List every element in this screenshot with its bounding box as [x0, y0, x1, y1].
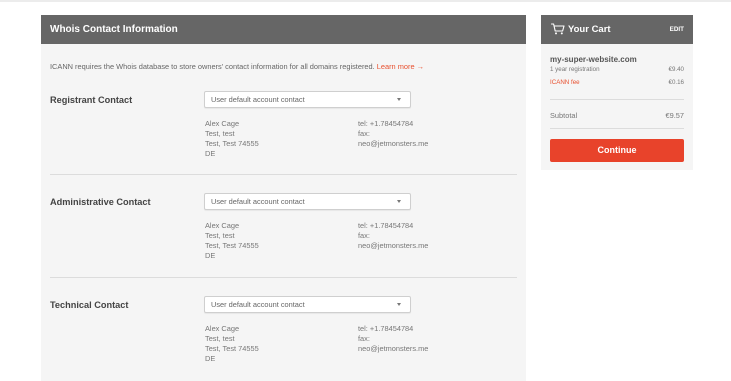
contact-country: DE [205, 354, 216, 363]
registrant-contact-label: Registrant Contact [50, 95, 133, 105]
contact-address-line: Test, test [205, 334, 235, 343]
cart-title: Your Cart [568, 24, 611, 35]
registrant-address: Alex Cage Test, test Test, Test 74555 DE [205, 119, 259, 159]
cart-header: Your Cart EDIT [541, 15, 693, 44]
icann-fee-label: ICANN fee [550, 79, 580, 86]
administrative-address: Alex Cage Test, test Test, Test 74555 DE [205, 221, 259, 261]
contact-address-line: Test, Test 74555 [205, 139, 259, 148]
contact-tel: tel: +1.78454784 [358, 324, 414, 333]
administrative-phone-email: tel: +1.78454784 fax: neo@jetmonsters.me [358, 221, 428, 251]
contact-tel: tel: +1.78454784 [358, 221, 414, 230]
cart-icon [551, 23, 565, 35]
section-divider [50, 277, 517, 278]
contact-fax: fax: [358, 129, 370, 138]
subtotal-label: Subtotal [550, 111, 578, 120]
contact-email: neo@jetmonsters.me [358, 241, 429, 250]
contact-fax: fax: [358, 334, 370, 343]
registration-price: €9.40 [668, 66, 684, 73]
administrative-contact-label: Administrative Contact [50, 197, 151, 207]
section-divider [50, 174, 517, 175]
technical-address: Alex Cage Test, test Test, Test 74555 DE [205, 324, 259, 364]
administrative-contact-select[interactable]: User default account contact [204, 193, 411, 210]
contact-address-line: Test, test [205, 129, 235, 138]
registrant-contact-select[interactable]: User default account contact [204, 91, 411, 108]
contact-address-line: Test, Test 74555 [205, 344, 259, 353]
technical-phone-email: tel: +1.78454784 fax: neo@jetmonsters.me [358, 324, 428, 354]
chevron-down-icon [397, 303, 401, 306]
cart-domain-name: my-super-website.com [550, 55, 637, 64]
contact-email: neo@jetmonsters.me [358, 344, 429, 353]
cart-panel: Your Cart EDIT my-super-website.com 1 ye… [541, 15, 693, 170]
contact-country: DE [205, 251, 216, 260]
whois-panel-title: Whois Contact Information [41, 15, 526, 44]
cart-edit-link[interactable]: EDIT [670, 15, 684, 44]
whois-intro-text: ICANN requires the Whois database to sto… [50, 62, 375, 71]
contact-address-line: Test, test [205, 231, 235, 240]
cart-divider [550, 128, 684, 129]
chevron-down-icon [397, 98, 401, 101]
whois-panel: Whois Contact Information ICANN requires… [41, 15, 526, 381]
registrant-phone-email: tel: +1.78454784 fax: neo@jetmonsters.me [358, 119, 428, 149]
chevron-down-icon [397, 200, 401, 203]
contact-name: Alex Cage [205, 119, 240, 128]
contact-name: Alex Cage [205, 324, 240, 333]
technical-contact-select-value: User default account contact [211, 300, 305, 309]
whois-intro: ICANN requires the Whois database to sto… [50, 62, 424, 71]
contact-address-line: Test, Test 74555 [205, 241, 259, 250]
technical-contact-select[interactable]: User default account contact [204, 296, 411, 313]
contact-fax: fax: [358, 231, 370, 240]
continue-button[interactable]: Continue [550, 139, 684, 162]
contact-country: DE [205, 149, 216, 158]
cart-divider [550, 99, 684, 100]
registrant-contact-select-value: User default account contact [211, 95, 305, 104]
icann-fee-price: €0.16 [668, 79, 684, 86]
contact-tel: tel: +1.78454784 [358, 119, 414, 128]
subtotal-price: €9.57 [665, 111, 685, 120]
administrative-contact-select-value: User default account contact [211, 197, 305, 206]
learn-more-link[interactable]: Learn more → [377, 62, 424, 71]
contact-email: neo@jetmonsters.me [358, 139, 429, 148]
technical-contact-label: Technical Contact [50, 300, 129, 310]
top-border [0, 0, 731, 2]
contact-name: Alex Cage [205, 221, 240, 230]
registration-label: 1 year registration [550, 66, 600, 73]
